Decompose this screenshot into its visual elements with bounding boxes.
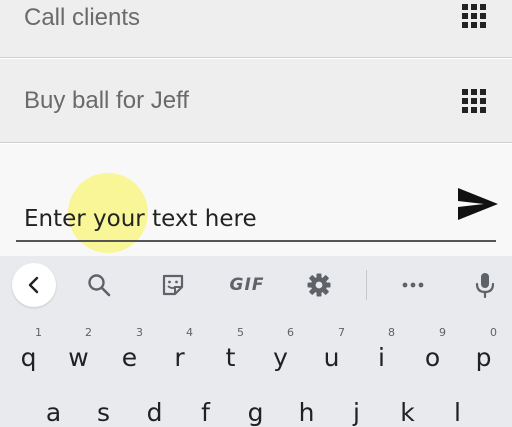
key-hint: 8 xyxy=(388,326,395,339)
key-label: o xyxy=(424,343,441,372)
collapse-toolbar-button[interactable] xyxy=(12,263,56,307)
list-item[interactable]: Buy ball for Jeff xyxy=(0,59,512,143)
key-hint: 9 xyxy=(439,326,446,339)
new-item-input[interactable] xyxy=(16,192,496,242)
microphone-icon xyxy=(475,273,495,299)
key-label: a xyxy=(45,398,62,427)
search-icon xyxy=(88,274,111,297)
more-icon xyxy=(402,282,424,288)
key-label: e xyxy=(121,343,138,372)
key-f[interactable]: f xyxy=(184,394,227,427)
key-hint: 5 xyxy=(237,326,244,339)
sticker-icon xyxy=(162,274,184,296)
send-button[interactable] xyxy=(456,184,500,224)
list-item-label: Call clients xyxy=(24,4,141,31)
key-t[interactable]: 5t xyxy=(209,322,252,376)
key-u[interactable]: 7u xyxy=(310,322,353,376)
back-icon xyxy=(28,276,39,294)
key-hint: 6 xyxy=(287,326,294,339)
sticker-button[interactable] xyxy=(152,264,194,306)
gif-icon: GIF xyxy=(229,275,265,295)
key-label: w xyxy=(68,343,89,372)
key-hint: 0 xyxy=(490,326,497,339)
key-label: g xyxy=(247,398,264,427)
settings-icon xyxy=(307,273,331,297)
key-label: f xyxy=(201,398,210,427)
new-item-composer xyxy=(0,144,512,256)
key-w[interactable]: 2w xyxy=(57,322,100,376)
key-s[interactable]: s xyxy=(82,394,125,427)
key-hint: 1 xyxy=(35,326,42,339)
key-e[interactable]: 3e xyxy=(108,322,151,376)
key-label: d xyxy=(146,398,163,427)
key-label: p xyxy=(475,343,492,372)
on-screen-keyboard: 1q 2w 3e 4r 5t 6y 7u 8i 9o 0p a s d f g … xyxy=(0,314,512,427)
key-label: s xyxy=(96,398,111,427)
key-j[interactable]: j xyxy=(335,394,378,427)
key-label: h xyxy=(298,398,315,427)
key-d[interactable]: d xyxy=(133,394,176,427)
key-label: u xyxy=(323,343,340,372)
key-label: k xyxy=(400,398,415,427)
key-y[interactable]: 6y xyxy=(259,322,302,376)
key-label: r xyxy=(174,343,185,372)
more-button[interactable] xyxy=(392,264,434,306)
list-item[interactable]: Call clients xyxy=(0,0,512,58)
key-o[interactable]: 9o xyxy=(411,322,454,376)
voice-input-button[interactable] xyxy=(464,264,506,306)
key-hint: 4 xyxy=(186,326,193,339)
key-label: q xyxy=(20,343,37,372)
send-icon xyxy=(458,188,498,220)
key-i[interactable]: 8i xyxy=(360,322,403,376)
key-p[interactable]: 0p xyxy=(462,322,505,376)
key-label: t xyxy=(225,343,236,372)
drag-handle-icon[interactable] xyxy=(462,89,486,113)
keyboard-toolbar: GIF xyxy=(0,256,512,314)
key-q[interactable]: 1q xyxy=(7,322,50,376)
key-a[interactable]: a xyxy=(32,394,75,427)
key-label: y xyxy=(273,343,288,372)
key-h[interactable]: h xyxy=(285,394,328,427)
key-label: i xyxy=(378,343,385,372)
key-hint: 3 xyxy=(136,326,143,339)
key-hint: 7 xyxy=(338,326,345,339)
key-l[interactable]: l xyxy=(436,394,479,427)
key-label: j xyxy=(353,398,360,427)
key-g[interactable]: g xyxy=(234,394,277,427)
key-k[interactable]: k xyxy=(386,394,429,427)
key-label: l xyxy=(454,398,461,427)
list-item-label: Buy ball for Jeff xyxy=(24,87,189,114)
search-button[interactable] xyxy=(78,264,120,306)
key-r[interactable]: 4r xyxy=(158,322,201,376)
gif-button[interactable]: GIF xyxy=(224,264,270,306)
drag-handle-icon[interactable] xyxy=(462,4,486,28)
toolbar-divider xyxy=(366,270,367,300)
settings-button[interactable] xyxy=(298,264,340,306)
key-hint: 2 xyxy=(85,326,92,339)
